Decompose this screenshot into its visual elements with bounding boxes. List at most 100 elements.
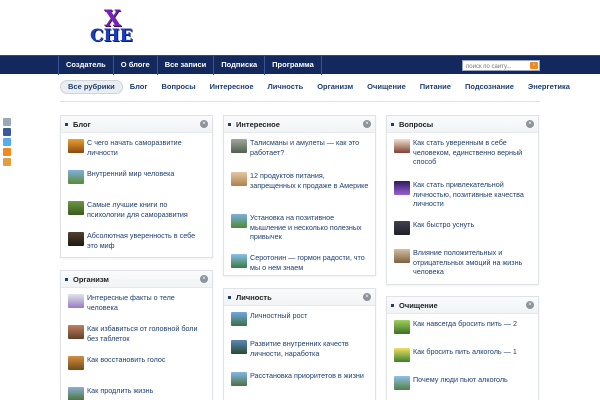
post-link[interactable]: Установка на позитивное мышление и неско… bbox=[250, 212, 369, 242]
category-personality[interactable]: Личность bbox=[261, 80, 311, 94]
post-link[interactable]: 12 продуктов питания, запрещенных к прод… bbox=[250, 170, 369, 190]
post-link[interactable]: Личностный рост bbox=[250, 310, 369, 321]
widget-cleansing: Очищение × Как навсегда бросить пить — 2… bbox=[386, 296, 539, 400]
category-cleansing[interactable]: Очищение bbox=[360, 80, 413, 94]
search-input[interactable] bbox=[463, 62, 529, 72]
list-item[interactable]: Личностный рост bbox=[230, 310, 369, 336]
list-item[interactable]: Почему люди пьют алкоголь bbox=[393, 374, 532, 400]
widget-title: Интересное bbox=[236, 120, 280, 129]
post-link[interactable]: Талисманы и амулеты — как это работает? bbox=[250, 137, 369, 157]
post-link[interactable]: Внутренний мир человека bbox=[87, 168, 206, 179]
site-logo[interactable]: X СНЕ bbox=[90, 6, 140, 50]
widget-list: С чего начать саморазвитие личности Внут… bbox=[61, 133, 212, 259]
thumbnail-image bbox=[68, 201, 84, 215]
list-item[interactable]: Как избавиться от головной боли без табл… bbox=[67, 323, 206, 352]
twitter-icon[interactable] bbox=[3, 138, 11, 146]
close-icon[interactable]: × bbox=[363, 120, 371, 128]
list-item[interactable]: Интересные факты о теле человека bbox=[67, 292, 206, 321]
close-icon[interactable]: × bbox=[200, 275, 208, 283]
post-link[interactable]: Влияние положительных и отрицательных эм… bbox=[413, 247, 532, 277]
list-item[interactable]: Развитие внутренних качеств личности, на… bbox=[230, 338, 369, 368]
category-blog[interactable]: Блог bbox=[123, 80, 155, 94]
post-link[interactable]: Как быстро уснуть bbox=[413, 219, 532, 230]
nav-item-creator[interactable]: Создатель bbox=[58, 56, 114, 75]
widget-list: Как навсегда бросить пить — 2 Как бросит… bbox=[387, 314, 538, 400]
post-link[interactable]: Почему люди пьют алкоголь bbox=[413, 374, 532, 385]
list-item[interactable]: Абсолютная уверенность в себе это миф bbox=[67, 230, 206, 259]
widget-title: Блог bbox=[73, 120, 91, 129]
close-icon[interactable]: × bbox=[526, 301, 534, 309]
widget-personality: Личность × Личностный рост Развитие внут… bbox=[223, 288, 376, 400]
widget-title: Организм bbox=[73, 275, 109, 284]
category-energy[interactable]: Энергетика bbox=[521, 80, 577, 94]
bullet-icon bbox=[65, 278, 68, 281]
nav-item-all-posts[interactable]: Все записи bbox=[158, 56, 215, 75]
bullet-icon bbox=[65, 123, 68, 126]
post-link[interactable]: Как стать привлекательной личностью, поз… bbox=[413, 179, 532, 209]
post-link[interactable]: Как бросить пить алкоголь — 1 bbox=[413, 346, 532, 357]
category-questions[interactable]: Вопросы bbox=[154, 80, 202, 94]
category-organism[interactable]: Организм bbox=[310, 80, 360, 94]
list-item[interactable]: Как стать уверенным в себе человеком, ед… bbox=[393, 137, 532, 177]
share-icon[interactable] bbox=[3, 158, 11, 166]
thumbnail-image bbox=[231, 340, 247, 354]
category-subconscious[interactable]: Подсознание bbox=[458, 80, 521, 94]
list-item[interactable]: С чего начать саморазвитие личности bbox=[67, 137, 206, 166]
widget-list: Как стать уверенным в себе человеком, ед… bbox=[387, 133, 538, 277]
widget-organism: Организм × Интересные факты о теле челов… bbox=[60, 270, 213, 400]
post-link[interactable]: С чего начать саморазвитие личности bbox=[87, 137, 206, 157]
bullet-icon bbox=[228, 123, 231, 126]
nav-item-about[interactable]: О блоге bbox=[114, 56, 158, 75]
close-icon[interactable]: × bbox=[200, 120, 208, 128]
list-item[interactable]: Как быстро уснуть bbox=[393, 219, 532, 245]
list-item[interactable]: Как восстановить голос bbox=[67, 354, 206, 383]
top-navigation: Создатель О блоге Все записи Подписка Пр… bbox=[0, 55, 600, 75]
post-link[interactable]: Расстановка приоритетов в жизни bbox=[250, 370, 369, 381]
post-link[interactable]: Как навсегда бросить пить — 2 bbox=[413, 318, 532, 329]
widget-interesting: Интересное × Талисманы и амулеты — как э… bbox=[223, 115, 376, 276]
close-icon[interactable]: × bbox=[526, 120, 534, 128]
thumbnail-image bbox=[68, 170, 84, 184]
search-button[interactable]: › bbox=[530, 62, 538, 69]
rss-icon[interactable] bbox=[3, 148, 11, 156]
list-item[interactable]: Расстановка приоритетов в жизни bbox=[230, 370, 369, 399]
post-link[interactable]: Как стать уверенным в себе человеком, ед… bbox=[413, 137, 532, 167]
category-nutrition[interactable]: Питание bbox=[413, 80, 458, 94]
widget-title: Личность bbox=[236, 293, 272, 302]
widget-header: Организм × bbox=[61, 271, 212, 288]
category-bar: Все рубрики Блог Вопросы Интересное Личн… bbox=[60, 80, 577, 94]
list-item[interactable]: Влияние положительных и отрицательных эм… bbox=[393, 247, 532, 277]
list-item[interactable]: Как бросить пить алкоголь — 1 bbox=[393, 346, 532, 372]
post-link[interactable]: Серотонин — гормон радости, что мы о нем… bbox=[250, 252, 369, 272]
list-item[interactable]: Талисманы и амулеты — как это работает? bbox=[230, 137, 369, 168]
facebook-icon[interactable] bbox=[3, 128, 11, 136]
thumbnail-image bbox=[68, 387, 84, 400]
post-link[interactable]: Самые лучшие книги по психологии для сам… bbox=[87, 199, 206, 219]
post-link[interactable]: Как избавиться от головной боли без табл… bbox=[87, 323, 206, 343]
post-link[interactable]: Развитие внутренних качеств личности, на… bbox=[250, 338, 369, 358]
list-item[interactable]: Внутренний мир человека bbox=[67, 168, 206, 197]
list-item[interactable]: Как навсегда бросить пить — 2 bbox=[393, 318, 532, 344]
widget-header: Вопросы × bbox=[387, 116, 538, 133]
bookmark-icon[interactable] bbox=[3, 118, 11, 126]
widget-questions: Вопросы × Как стать уверенным в себе чел… bbox=[386, 115, 539, 285]
post-link[interactable]: Абсолютная уверенность в себе это миф bbox=[87, 230, 206, 250]
thumbnail-image bbox=[68, 325, 84, 339]
nav-item-subscribe[interactable]: Подписка bbox=[214, 56, 266, 75]
list-item[interactable]: Самые лучшие книги по психологии для сам… bbox=[67, 199, 206, 228]
bullet-icon bbox=[391, 304, 394, 307]
list-item[interactable]: Как продлить жизнь bbox=[67, 385, 206, 400]
list-item[interactable]: Установка на позитивное мышление и неско… bbox=[230, 212, 369, 250]
category-interesting[interactable]: Интересное bbox=[203, 80, 261, 94]
list-item[interactable]: Как стать привлекательной личностью, поз… bbox=[393, 179, 532, 217]
list-item[interactable]: Серотонин — гормон радости, что мы о нем… bbox=[230, 252, 369, 281]
nav-item-program[interactable]: Программа bbox=[265, 56, 322, 75]
post-link[interactable]: Как продлить жизнь bbox=[87, 385, 206, 396]
list-item[interactable]: 12 продуктов питания, запрещенных к прод… bbox=[230, 170, 369, 210]
thumbnail-image bbox=[394, 221, 410, 235]
category-all[interactable]: Все рубрики bbox=[60, 80, 123, 94]
post-link[interactable]: Как восстановить голос bbox=[87, 354, 206, 365]
post-link[interactable]: Интересные факты о теле человека bbox=[87, 292, 206, 312]
thumbnail-image bbox=[68, 139, 84, 153]
close-icon[interactable]: × bbox=[363, 293, 371, 301]
